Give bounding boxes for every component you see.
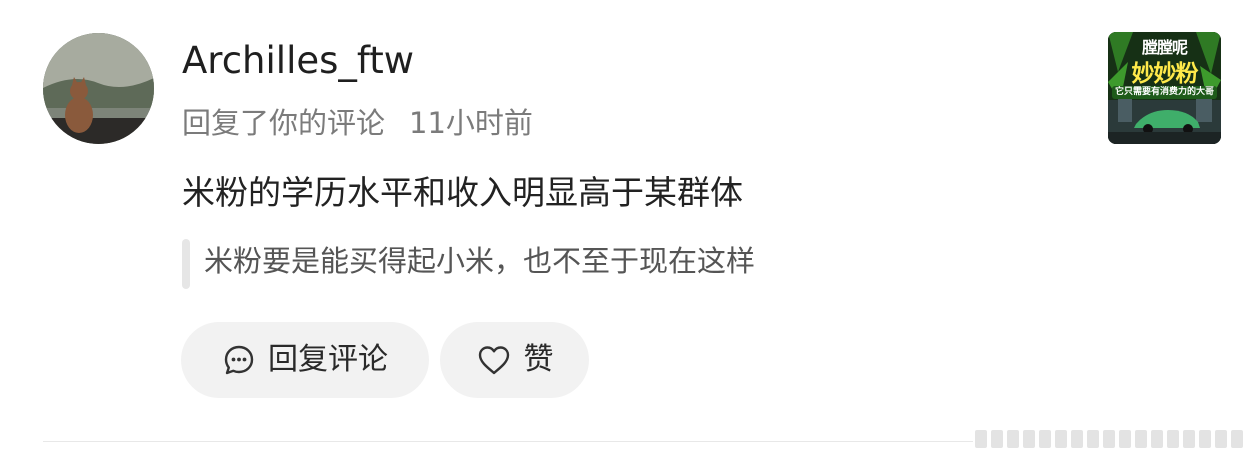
action-text: 回复了你的评论 xyxy=(182,106,386,140)
thumbnail-title-main: 妙妙粉 xyxy=(1131,61,1199,87)
quote-bar xyxy=(182,239,190,289)
comment-meta: 回复了你的评论 11小时前 xyxy=(182,101,533,145)
reply-text: 米粉的学历水平和收入明显高于某群体 xyxy=(182,173,743,212)
reply-comment-button[interactable]: 回复评论 xyxy=(181,322,429,398)
divider xyxy=(43,441,973,442)
quoted-comment[interactable]: 米粉要是能买得起小米，也不至于现在这样 xyxy=(204,238,755,284)
watermark xyxy=(975,430,1243,448)
reply-comment-label: 回复评论 xyxy=(268,342,388,377)
like-button[interactable]: 赞 xyxy=(440,322,589,398)
username[interactable]: Archilles_ftw xyxy=(182,36,414,86)
heart-icon xyxy=(476,344,512,376)
thumbnail-subtitle: 它只需要有消费力的大哥 xyxy=(1112,86,1217,99)
timestamp: 11小时前 xyxy=(409,106,533,140)
avatar-cat-image xyxy=(43,33,154,144)
post-thumbnail[interactable]: 膛膛呢 妙妙粉 它只需要有消费力的大哥 xyxy=(1108,32,1221,144)
avatar[interactable] xyxy=(43,33,154,144)
like-label: 赞 xyxy=(523,342,554,377)
comment-icon xyxy=(222,343,256,377)
